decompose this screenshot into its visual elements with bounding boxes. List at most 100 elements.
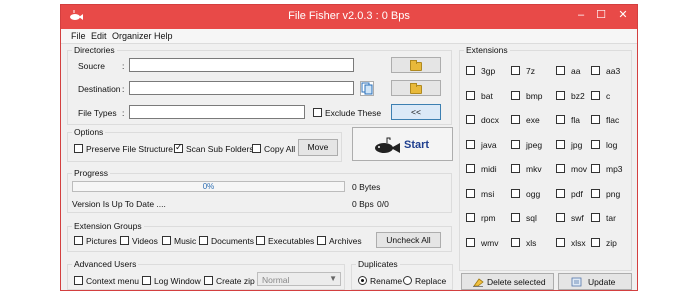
menu-edit[interactable]: Edit — [91, 31, 107, 41]
filetypes-input[interactable] — [129, 105, 305, 119]
log-window-checkbox[interactable] — [142, 276, 151, 285]
extension-checkbox[interactable] — [511, 237, 520, 247]
extension-checkbox[interactable] — [466, 213, 475, 222]
videos-checkbox[interactable] — [120, 236, 129, 245]
extension-item-bmp[interactable]: bmp — [511, 90, 557, 102]
extension-item-ogg[interactable]: ogg — [511, 188, 557, 200]
extension-checkbox[interactable] — [511, 164, 520, 173]
extension-label: docx — [481, 115, 499, 125]
update-button[interactable]: Update — [558, 273, 632, 290]
extension-checkbox[interactable] — [556, 66, 565, 75]
extension-item-java[interactable]: java — [466, 139, 512, 151]
extension-item-docx[interactable]: docx — [466, 114, 512, 126]
maximize-button[interactable]: ☐ — [591, 5, 611, 25]
source-input[interactable] — [129, 58, 354, 72]
extension-checkbox[interactable] — [591, 164, 600, 173]
extension-item-rpm[interactable]: rpm — [466, 212, 512, 224]
documents-checkbox[interactable] — [199, 236, 208, 245]
extension-item-jpeg[interactable]: jpeg — [511, 139, 557, 151]
minimize-button[interactable]: – — [571, 5, 591, 25]
extension-checkbox[interactable] — [591, 90, 600, 100]
menu-help[interactable]: Help — [154, 31, 173, 41]
extension-item-png[interactable]: png — [591, 188, 637, 200]
pictures-checkbox[interactable] — [74, 236, 83, 245]
context-menu-checkbox[interactable] — [74, 276, 83, 285]
extension-label: msi — [481, 188, 495, 199]
extension-item-bat[interactable]: bat — [466, 90, 512, 102]
menu-file[interactable]: File — [71, 31, 86, 41]
delete-selected-button[interactable]: Delete selected — [461, 273, 554, 290]
extension-label: swf — [571, 213, 584, 223]
extension-item-midi[interactable]: midi — [466, 163, 512, 175]
toggle-extensions-button[interactable]: << — [391, 104, 441, 120]
extension-checkbox[interactable] — [556, 188, 565, 198]
extension-item-xls[interactable]: xls — [511, 237, 557, 249]
extension-checkbox[interactable] — [511, 90, 520, 100]
extension-checkbox[interactable] — [511, 213, 520, 222]
extension-checkbox[interactable] — [591, 188, 600, 198]
copy-all-checkbox[interactable] — [252, 144, 261, 153]
extension-item-mp3[interactable]: mp3 — [591, 163, 637, 175]
extension-checkbox[interactable] — [466, 237, 475, 247]
extension-checkbox[interactable] — [556, 139, 565, 149]
start-button[interactable]: Start — [352, 127, 453, 161]
extension-checkbox[interactable] — [466, 188, 475, 198]
browse-source-button[interactable] — [391, 57, 441, 73]
executables-checkbox[interactable] — [256, 236, 265, 245]
extension-checkbox[interactable] — [466, 139, 475, 149]
menu-organizer[interactable]: Organizer — [112, 31, 152, 41]
move-button[interactable]: Move — [298, 139, 338, 156]
extension-item-flac[interactable]: flac — [591, 114, 637, 126]
extension-item-aa3[interactable]: aa3 — [591, 65, 637, 77]
archives-checkbox[interactable] — [317, 236, 326, 245]
extension-checkbox[interactable] — [556, 237, 565, 247]
extension-item-wmv[interactable]: wmv — [466, 237, 512, 249]
extension-label: mkv — [526, 164, 542, 174]
extension-item-mkv[interactable]: mkv — [511, 163, 557, 175]
extension-checkbox[interactable] — [466, 66, 475, 75]
copy-path-button[interactable] — [360, 81, 374, 96]
extension-checkbox[interactable] — [591, 213, 600, 222]
create-zip-checkbox[interactable] — [204, 276, 213, 285]
extension-label: wmv — [481, 237, 499, 248]
extension-checkbox[interactable] — [591, 237, 600, 247]
extension-checkbox[interactable] — [556, 90, 565, 100]
title-bar[interactable]: File Fisher v2.0.3 : 0 Bps – ☐ ✕ — [61, 5, 637, 29]
extension-item-tar[interactable]: tar — [591, 212, 637, 224]
extension-checkbox[interactable] — [556, 213, 565, 222]
music-checkbox[interactable] — [162, 236, 171, 245]
extension-item-zip[interactable]: zip — [591, 237, 637, 249]
uncheck-all-button[interactable]: Uncheck All — [376, 232, 441, 248]
source-colon: : — [122, 61, 125, 71]
extension-checkbox[interactable] — [591, 66, 600, 75]
extension-checkbox[interactable] — [511, 188, 520, 198]
rename-radio[interactable] — [358, 276, 367, 285]
replace-radio[interactable] — [403, 276, 412, 285]
preserve-structure-checkbox[interactable] — [74, 144, 83, 153]
browse-destination-button[interactable] — [391, 80, 441, 96]
destination-input[interactable] — [129, 81, 354, 95]
zip-mode-select[interactable]: Normal ▼ — [257, 272, 341, 286]
extension-checkbox[interactable] — [511, 139, 520, 149]
extension-item-c[interactable]: c — [591, 90, 637, 102]
extension-item-sql[interactable]: sql — [511, 212, 557, 224]
extension-item-log[interactable]: log — [591, 139, 637, 151]
extension-item-msi[interactable]: msi — [466, 188, 512, 200]
extension-checkbox[interactable] — [511, 66, 520, 75]
extension-checkbox[interactable] — [466, 115, 475, 124]
extension-item-7z[interactable]: 7z — [511, 65, 557, 77]
exclude-checkbox[interactable] — [313, 108, 322, 117]
chevron-down-icon: ▼ — [329, 274, 337, 283]
extension-checkbox[interactable] — [556, 115, 565, 124]
extension-checkbox[interactable] — [466, 164, 475, 173]
extension-label: jpg — [571, 139, 583, 150]
extension-checkbox[interactable] — [466, 90, 475, 100]
extension-item-exe[interactable]: exe — [511, 114, 557, 126]
scan-subfolders-checkbox[interactable] — [174, 142, 183, 153]
extension-item-3gp[interactable]: 3gp — [466, 65, 512, 77]
extension-checkbox[interactable] — [556, 164, 565, 173]
close-button[interactable]: ✕ — [611, 5, 635, 25]
extension-checkbox[interactable] — [591, 115, 600, 124]
extension-checkbox[interactable] — [511, 115, 520, 124]
extension-checkbox[interactable] — [591, 139, 600, 149]
